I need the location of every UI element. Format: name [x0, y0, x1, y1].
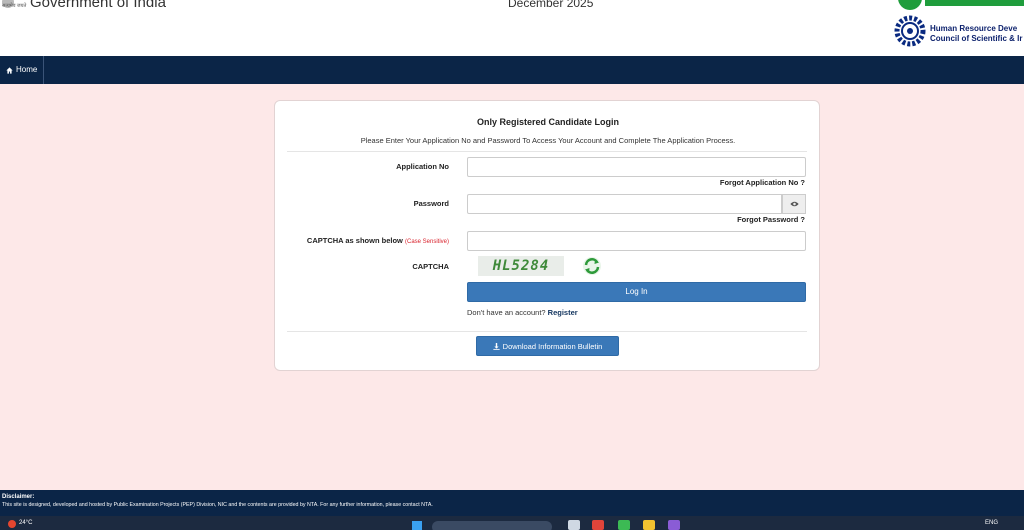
- forgot-password-link[interactable]: Forgot Password ?: [737, 215, 805, 224]
- org-name-line1: Human Resource Deve: [930, 24, 1018, 33]
- exam-session-label: December 2025: [508, 0, 594, 10]
- nav-home-link[interactable]: Home: [0, 56, 45, 84]
- nav-home-label: Home: [16, 65, 38, 74]
- footer-divider: [287, 331, 807, 332]
- application-no-input[interactable]: [467, 157, 806, 177]
- taskbar-search-box[interactable]: [432, 521, 552, 530]
- eye-icon: [789, 201, 799, 207]
- emblem-motto: सत्यमेव जयते: [2, 3, 27, 9]
- captcha-input-label-text: CAPTCHA as shown below: [306, 236, 403, 245]
- login-button[interactable]: Log In: [467, 282, 806, 302]
- chrome-icon[interactable]: [618, 520, 630, 530]
- login-title: Only Registered Candidate Login: [476, 117, 620, 127]
- download-bulletin-button[interactable]: Download Information Bulletin: [476, 336, 619, 356]
- header-divider: [287, 151, 807, 152]
- password-input[interactable]: [467, 194, 782, 214]
- show-password-button[interactable]: [782, 194, 806, 214]
- forgot-application-no-link[interactable]: Forgot Application No ?: [720, 178, 805, 187]
- register-prompt: Don't have an account? Register: [467, 308, 578, 317]
- captcha-input[interactable]: [467, 231, 806, 251]
- no-account-text: Don't have an account?: [467, 308, 546, 317]
- org-name-line2: Council of Scientific & Ir: [930, 34, 1023, 43]
- disclaimer-title: Disclaimer:: [2, 494, 35, 500]
- weather-temperature[interactable]: 24°C: [19, 520, 32, 526]
- government-title: Government of India: [30, 0, 166, 11]
- captcha-image: HL5284: [478, 256, 564, 276]
- case-sensitive-note: (Case Sensitive): [404, 239, 449, 245]
- main-navbar: Home: [0, 56, 1024, 84]
- os-taskbar: 24°C ENG: [0, 516, 1024, 530]
- org-name: Human Resource Deve Council of Scientifi…: [930, 24, 1022, 44]
- app-icon-2[interactable]: [668, 520, 680, 530]
- refresh-captcha-icon[interactable]: [582, 256, 602, 276]
- home-icon: [6, 66, 13, 74]
- site-footer: Disclaimer: This site is designed, devel…: [0, 490, 1024, 516]
- site-header: सत्यमेव जयते Government of India Decembe…: [0, 0, 1024, 56]
- download-bulletin-label: Download Information Bulletin: [502, 341, 603, 351]
- captcha-code: HL5284: [492, 258, 550, 274]
- file-explorer-icon[interactable]: [643, 520, 655, 530]
- login-subtitle: Please Enter Your Application No and Pas…: [360, 136, 736, 145]
- task-view-icon[interactable]: [568, 520, 580, 530]
- register-link[interactable]: Register: [548, 308, 578, 317]
- start-icon[interactable]: [412, 521, 422, 530]
- download-icon: [493, 342, 500, 350]
- disclaimer-text: This site is designed, developed and hos…: [2, 502, 433, 508]
- application-no-label: Application No: [396, 162, 449, 171]
- app-icon-1[interactable]: [592, 520, 604, 530]
- language-indicator[interactable]: ENG: [985, 520, 998, 526]
- login-card: Only Registered Candidate Login Please E…: [274, 100, 820, 371]
- captcha-input-label: CAPTCHA as shown below (Case Sensitive): [307, 236, 449, 245]
- password-label: Password: [413, 199, 449, 208]
- csir-logo: [894, 15, 926, 47]
- nta-banner: [925, 0, 1024, 6]
- weather-icon[interactable]: [8, 520, 16, 528]
- nta-logo: [898, 0, 922, 10]
- captcha-label: CAPTCHA: [412, 262, 449, 271]
